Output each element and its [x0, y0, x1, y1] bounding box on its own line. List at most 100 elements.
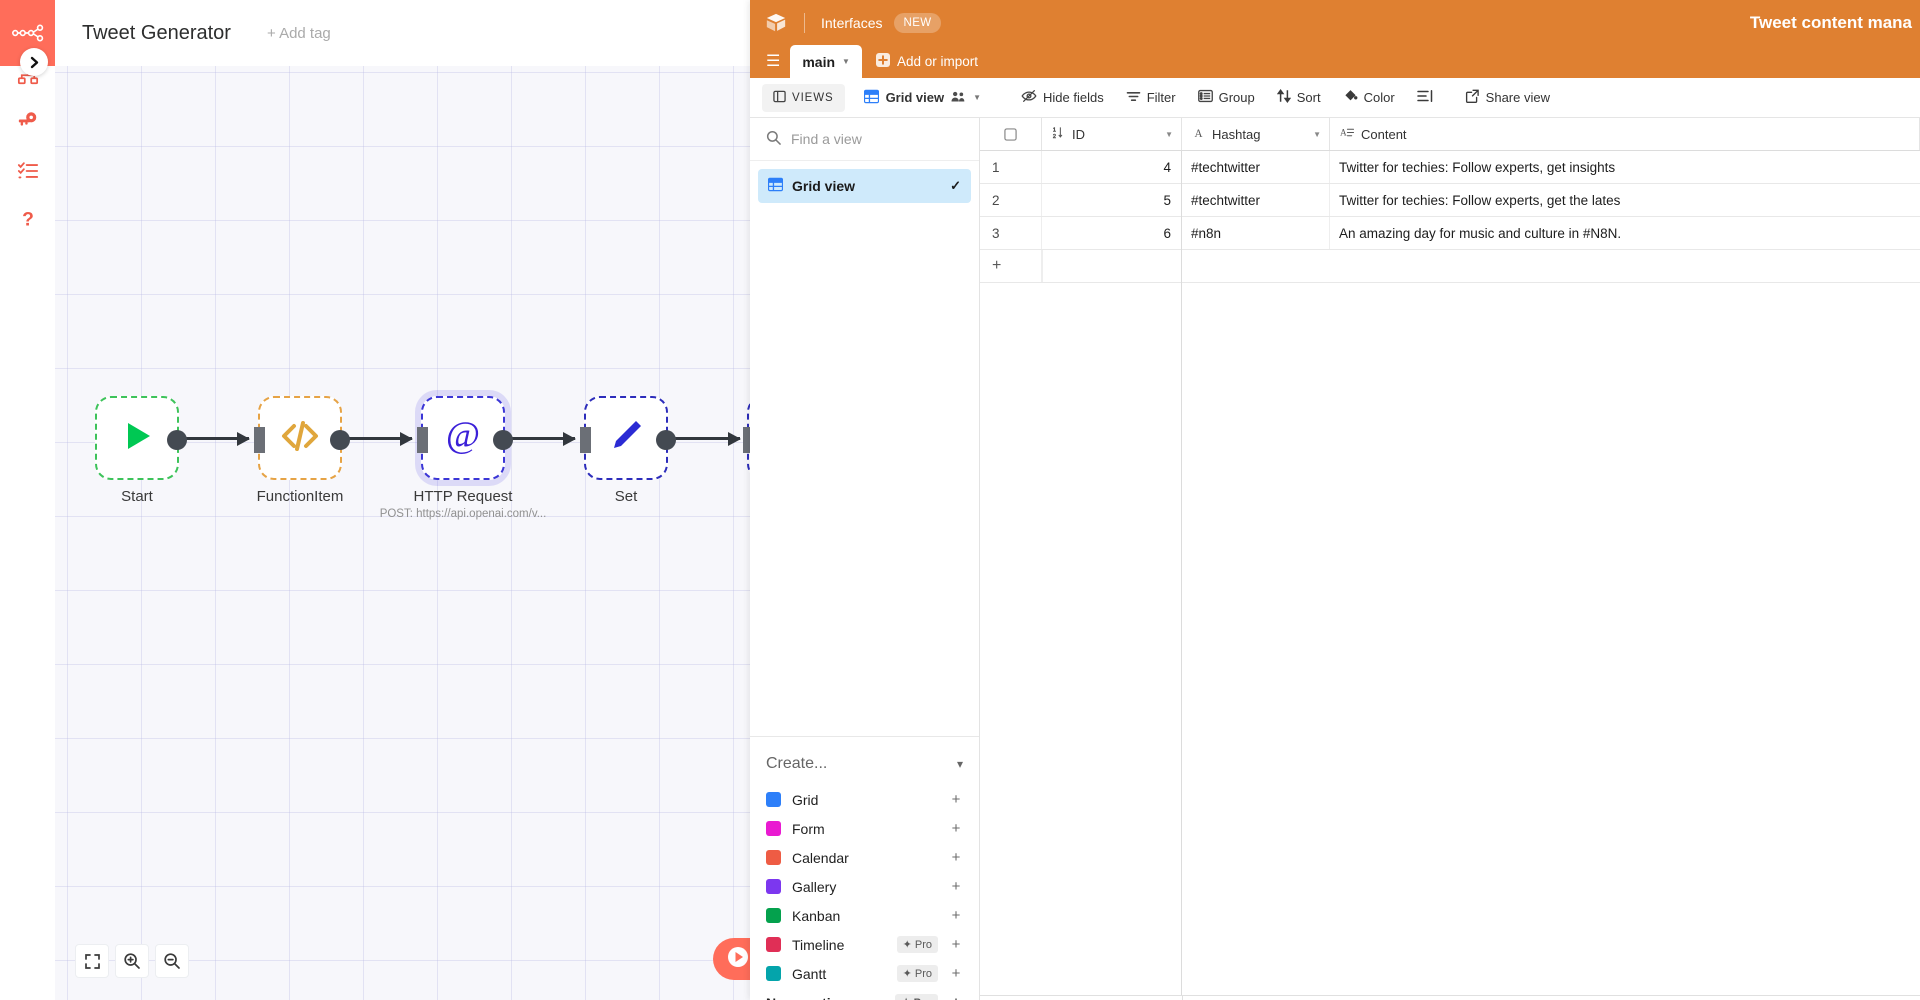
node-set-input-port[interactable] [580, 427, 591, 453]
create-row-form[interactable]: Form + [750, 814, 979, 843]
view-list-item-grid-view[interactable]: Grid view ✓ [758, 169, 971, 203]
plus-icon[interactable]: + [949, 878, 963, 895]
chevron-down-icon[interactable]: ▼ [842, 57, 850, 66]
row-height-button[interactable] [1408, 84, 1442, 111]
chevron-down-icon[interactable]: ▼ [1165, 130, 1173, 139]
plus-icon[interactable]: + [949, 849, 963, 866]
node-http-request-box[interactable]: @ [421, 396, 505, 480]
plus-icon[interactable]: + [949, 907, 963, 924]
create-view-section: Create... ▾ Grid + Form + [750, 736, 979, 1000]
create-row-label: Kanban [792, 908, 938, 924]
create-row-new-section[interactable]: New section ✦ Pro + [750, 988, 979, 1000]
chevron-down-icon[interactable]: ▾ [957, 757, 963, 771]
cell-content[interactable]: Twitter for techies: Follow experts, get… [1330, 151, 1920, 183]
hide-fields-label: Hide fields [1043, 90, 1104, 105]
create-header[interactable]: Create... ▾ [750, 749, 979, 785]
node-set[interactable]: Set [584, 396, 668, 480]
cell-hashtag[interactable]: #n8n [1182, 217, 1330, 249]
node-http-request-input-port[interactable] [417, 427, 428, 453]
node-http-request-output-dot[interactable] [493, 430, 513, 450]
create-row-timeline[interactable]: Timeline ✦ Pro + [750, 930, 979, 959]
interfaces-link[interactable]: Interfaces [821, 15, 882, 31]
node-functionitem-box[interactable] [258, 396, 342, 480]
create-row-kanban[interactable]: Kanban + [750, 901, 979, 930]
share-view-button[interactable]: Share view [1456, 84, 1559, 111]
sidebar-item-credentials[interactable] [13, 108, 43, 138]
create-row-grid[interactable]: Grid + [750, 785, 979, 814]
create-row-calendar[interactable]: Calendar + [750, 843, 979, 872]
plus-icon[interactable]: + [949, 791, 963, 808]
plus-icon[interactable]: + [949, 965, 963, 982]
chevron-down-icon[interactable]: ▼ [973, 93, 981, 102]
add-row-plus-icon[interactable]: + [980, 250, 1042, 282]
plus-square-icon [876, 53, 890, 70]
grid-view-selector[interactable]: Grid view ▼ [855, 84, 990, 112]
node-http-request[interactable]: @ HTTP Request POST: https://api.openai.… [421, 396, 505, 480]
pro-badge: ✦ Pro [897, 965, 938, 982]
table-row[interactable]: 2 5 #techtwitter Twitter for techies: Fo… [980, 184, 1920, 217]
column-header-label: Hashtag [1212, 127, 1260, 142]
create-row-label: Grid [792, 792, 938, 808]
color-button[interactable]: Color [1334, 84, 1404, 111]
column-header-id[interactable]: 1 2 ID ▼ [1042, 118, 1182, 150]
create-row-label: Form [792, 821, 938, 837]
cell-content[interactable]: An amazing day for music and culture in … [1330, 217, 1920, 249]
panel-left-icon [773, 90, 786, 106]
share-view-label: Share view [1486, 90, 1550, 105]
cell-content[interactable]: Twitter for techies: Follow experts, get… [1330, 184, 1920, 216]
create-row-gallery[interactable]: Gallery + [750, 872, 979, 901]
cell-id[interactable]: 4 [1042, 151, 1182, 183]
chevron-down-icon[interactable]: ▼ [1313, 130, 1321, 139]
sort-button[interactable]: Sort [1268, 84, 1330, 111]
cell-id[interactable]: 6 [1042, 217, 1182, 249]
plus-icon[interactable]: + [949, 994, 963, 1000]
node-start-box[interactable] [95, 396, 179, 480]
hamburger-icon[interactable]: ☰ [766, 51, 790, 78]
views-toggle-button[interactable]: VIEWS [762, 84, 845, 112]
node-functionitem-input-port[interactable] [254, 427, 265, 453]
add-or-import-button[interactable]: Add or import [862, 53, 992, 78]
plus-icon[interactable]: + [949, 820, 963, 837]
gallery-icon [766, 879, 781, 894]
row-number: 3 [980, 217, 1042, 249]
node-start-output-dot[interactable] [167, 430, 187, 450]
node-functionitem-output-dot[interactable] [330, 430, 350, 450]
tab-main[interactable]: main ▼ [790, 45, 862, 78]
zoom-out-button[interactable] [155, 944, 189, 978]
filter-button[interactable]: Filter [1117, 85, 1185, 111]
node-set-output-dot[interactable] [656, 430, 676, 450]
hide-fields-button[interactable]: Hide fields [1012, 84, 1113, 111]
svg-text:A: A [1340, 128, 1347, 138]
find-view-row[interactable]: Find a view [750, 118, 979, 161]
add-tag-button[interactable]: + Add tag [267, 25, 331, 42]
node-functionitem[interactable]: FunctionItem [258, 396, 342, 480]
sidebar-item-help[interactable]: ? [13, 206, 43, 236]
sidebar-expand-button[interactable] [20, 48, 48, 76]
node-set-box[interactable] [584, 396, 668, 480]
zoom-to-fit-button[interactable] [75, 944, 109, 978]
zoom-in-button[interactable] [115, 944, 149, 978]
timeline-icon [766, 937, 781, 952]
workflow-title[interactable]: Tweet Generator [82, 22, 231, 45]
create-row-gantt[interactable]: Gantt ✦ Pro + [750, 959, 979, 988]
group-button[interactable]: Group [1189, 84, 1264, 111]
sidebar-item-executions[interactable] [13, 158, 43, 188]
add-row[interactable]: + [980, 250, 1920, 283]
text-field-icon: A [1192, 126, 1205, 142]
svg-text:?: ? [22, 209, 34, 230]
plus-icon[interactable]: + [949, 936, 963, 953]
cell-id[interactable]: 5 [1042, 184, 1182, 216]
airtable-cube-icon[interactable] [764, 11, 788, 35]
table-row[interactable]: 3 6 #n8n An amazing day for music and cu… [980, 217, 1920, 250]
select-all-checkbox[interactable] [980, 118, 1042, 150]
grid-icon [768, 177, 783, 195]
create-row-label: Gallery [792, 879, 938, 895]
cell-hashtag[interactable]: #techtwitter [1182, 151, 1330, 183]
table-row[interactable]: 1 4 #techtwitter Twitter for techies: Fo… [980, 151, 1920, 184]
find-view-input[interactable]: Find a view [791, 131, 862, 147]
cell-hashtag[interactable]: #techtwitter [1182, 184, 1330, 216]
svg-text:A: A [1194, 128, 1202, 139]
column-header-hashtag[interactable]: A Hashtag ▼ [1182, 118, 1330, 150]
column-header-content[interactable]: A Content [1330, 118, 1920, 150]
node-start[interactable]: Start [95, 396, 179, 480]
